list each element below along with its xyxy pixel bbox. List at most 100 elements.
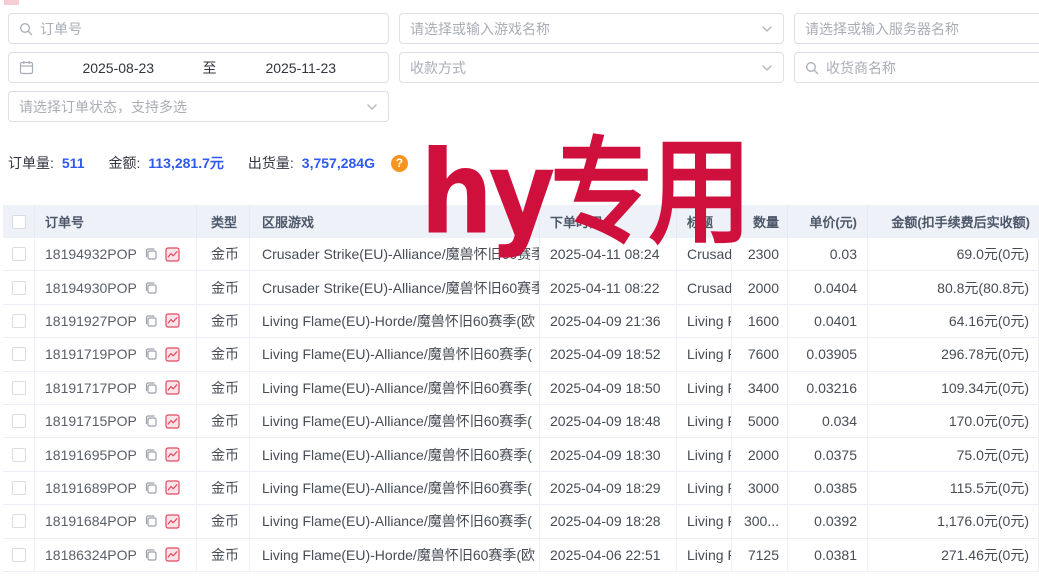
copy-icon[interactable] <box>144 514 158 528</box>
search-icon <box>805 61 819 75</box>
chevron-down-icon <box>366 101 378 113</box>
row-checkbox[interactable] <box>12 314 26 328</box>
row-checkbox[interactable] <box>12 548 26 562</box>
title-cell: Living Fl <box>677 305 732 337</box>
image-icon[interactable] <box>165 414 180 429</box>
copy-icon[interactable] <box>144 247 158 261</box>
merchant-placeholder: 收货商名称 <box>826 58 1039 78</box>
image-icon[interactable] <box>165 347 180 362</box>
row-select-cell <box>3 372 35 404</box>
type-cell: 金币 <box>197 405 250 437</box>
copy-icon[interactable] <box>144 314 158 328</box>
row-checkbox[interactable] <box>12 347 26 361</box>
order-no-input[interactable]: 订单号 <box>8 13 389 44</box>
amount-cell: 75.0元(0元) <box>868 438 1039 470</box>
game-cell: Living Flame(EU)-Alliance/魔兽怀旧60赛季( <box>250 405 540 437</box>
search-icon <box>19 22 33 36</box>
table-row: 18194932POP 金币 Crusader Strike(EU)-Allia… <box>3 238 1039 271</box>
order-no: 18191689POP <box>45 480 137 496</box>
shipment-value: 3,757,284G <box>302 155 375 171</box>
image-icon[interactable] <box>165 447 180 462</box>
type-cell: 金币 <box>197 271 250 303</box>
table-row: 18191717POP 金币 Living Flame(EU)-Alliance… <box>3 372 1039 405</box>
status-placeholder: 请选择订单状态，支持多选 <box>19 97 359 117</box>
amount-cell: 109.34元(0元) <box>868 372 1039 404</box>
image-icon[interactable] <box>165 547 180 562</box>
qty-cell: 1600 <box>732 305 788 337</box>
date-end[interactable]: 2025-11-23 <box>224 60 379 76</box>
table-row: 18186324POP 金币 Living Flame(EU)-Horde/魔兽… <box>3 539 1039 572</box>
title-cell: Living Fl <box>677 438 732 470</box>
amount-label: 金额: <box>108 153 140 173</box>
copy-icon[interactable] <box>144 381 158 395</box>
payment-placeholder: 收款方式 <box>410 58 754 78</box>
row-select-cell <box>3 305 35 337</box>
order-no-cell: 18186324POP <box>35 539 197 571</box>
type-cell: 金币 <box>197 338 250 370</box>
copy-icon[interactable] <box>144 414 158 428</box>
title-cell: Living Fl <box>677 372 732 404</box>
time-cell: 2025-04-09 21:36 <box>540 305 677 337</box>
type-cell: 金币 <box>197 238 250 270</box>
col-time: 下单时间 <box>540 205 677 238</box>
order-no: 18191719POP <box>45 346 137 362</box>
time-cell: 2025-04-09 18:28 <box>540 505 677 537</box>
order-no-cell: 18191695POP <box>35 438 197 470</box>
table-body: 18194932POP 金币 Crusader Strike(EU)-Allia… <box>3 238 1039 572</box>
calendar-icon <box>19 60 34 75</box>
game-cell: Crusader Strike(EU)-Alliance/魔兽怀旧60赛季 <box>250 238 540 270</box>
qty-cell: 2000 <box>732 271 788 303</box>
select-all-checkbox[interactable] <box>12 215 26 229</box>
qty-cell: 7125 <box>732 539 788 571</box>
copy-icon[interactable] <box>144 347 158 361</box>
title-cell: Living Fl <box>677 338 732 370</box>
row-checkbox[interactable] <box>12 381 26 395</box>
order-no: 18191927POP <box>45 313 137 329</box>
order-no: 18191695POP <box>45 447 137 463</box>
price-cell: 0.0385 <box>788 472 868 504</box>
server-select[interactable]: 请选择或输入服务器名称 <box>794 13 1039 44</box>
order-no-cell: 18191719POP <box>35 338 197 370</box>
game-cell: Living Flame(EU)-Horde/魔兽怀旧60赛季(欧 <box>250 539 540 571</box>
row-checkbox[interactable] <box>12 448 26 462</box>
row-select-cell <box>3 405 35 437</box>
row-checkbox[interactable] <box>12 481 26 495</box>
row-select-cell <box>3 338 35 370</box>
corner-artifact <box>4 0 19 5</box>
shipment-label: 出货量: <box>248 153 294 173</box>
row-checkbox[interactable] <box>12 514 26 528</box>
date-start[interactable]: 2025-08-23 <box>41 60 196 76</box>
image-icon[interactable] <box>165 514 180 529</box>
order-no-cell: 18191717POP <box>35 372 197 404</box>
merchant-name-input[interactable]: 收货商名称 <box>794 52 1039 83</box>
image-icon[interactable] <box>165 313 180 328</box>
row-checkbox[interactable] <box>12 414 26 428</box>
game-cell: Living Flame(EU)-Alliance/魔兽怀旧60赛季( <box>250 438 540 470</box>
qty-cell: 3400 <box>732 372 788 404</box>
col-qty: 数量 <box>732 205 788 238</box>
copy-icon[interactable] <box>144 281 158 295</box>
date-range-picker[interactable]: 2025-08-23 至 2025-11-23 <box>8 52 389 83</box>
copy-icon[interactable] <box>144 481 158 495</box>
qty-cell: 2300 <box>732 238 788 270</box>
time-cell: 2025-04-09 18:29 <box>540 472 677 504</box>
payment-method-select[interactable]: 收款方式 <box>399 52 784 83</box>
image-icon[interactable] <box>165 247 180 262</box>
order-status-select[interactable]: 请选择订单状态，支持多选 <box>8 91 389 122</box>
copy-icon[interactable] <box>144 448 158 462</box>
amount-cell: 296.78元(0元) <box>868 338 1039 370</box>
copy-icon[interactable] <box>144 548 158 562</box>
game-cell: Living Flame(EU)-Alliance/魔兽怀旧60赛季( <box>250 472 540 504</box>
price-cell: 0.0404 <box>788 271 868 303</box>
type-cell: 金币 <box>197 305 250 337</box>
game-select[interactable]: 请选择或输入游戏名称 <box>399 13 784 44</box>
image-icon[interactable] <box>165 480 180 495</box>
row-checkbox[interactable] <box>12 281 26 295</box>
image-icon[interactable] <box>165 380 180 395</box>
help-icon[interactable]: ? <box>391 155 408 172</box>
type-cell: 金币 <box>197 472 250 504</box>
amount-cell: 69.0元(0元) <box>868 238 1039 270</box>
amount-cell: 170.0元(0元) <box>868 405 1039 437</box>
row-checkbox[interactable] <box>12 247 26 261</box>
order-no-cell: 18191684POP <box>35 505 197 537</box>
